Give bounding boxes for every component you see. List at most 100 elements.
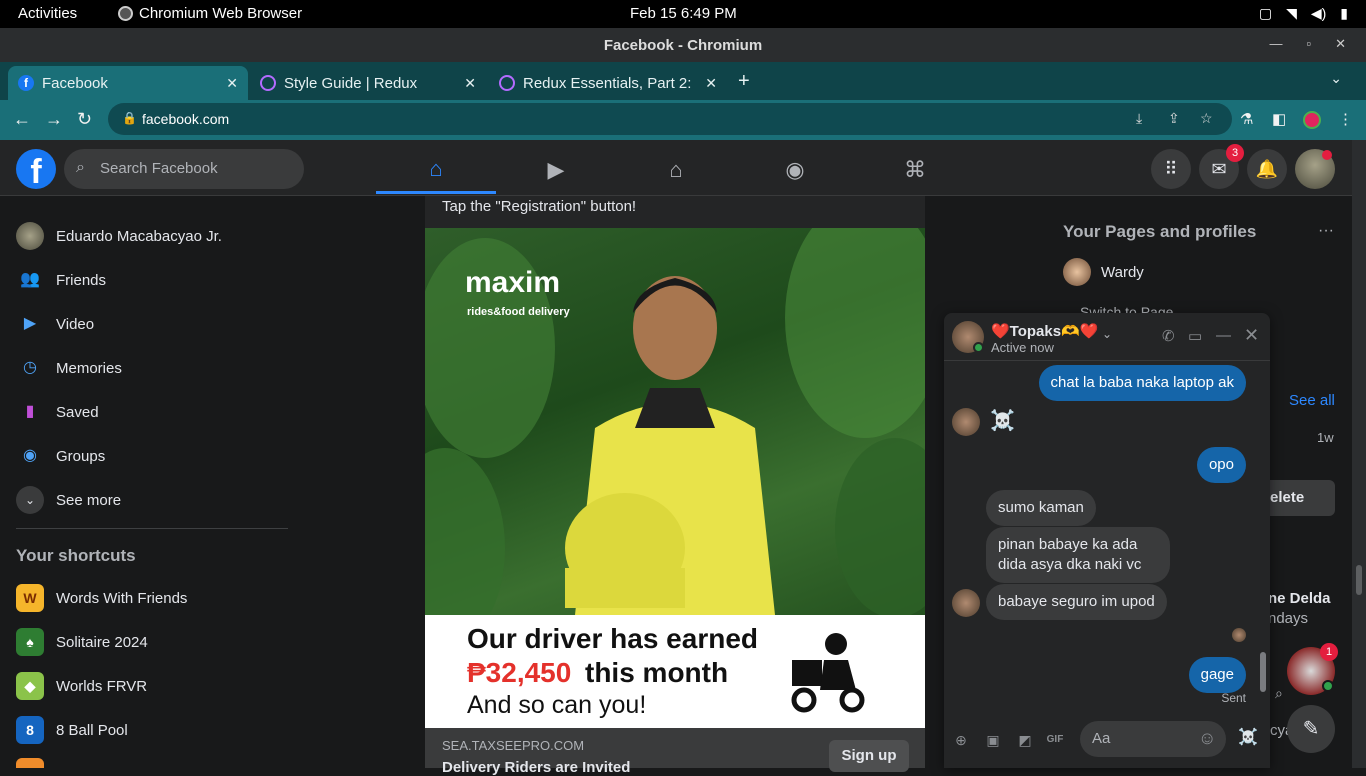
ad-banner[interactable]: Our driver has earned ₱32,450 this month… bbox=[425, 615, 925, 728]
activities-button[interactable]: Activities bbox=[18, 5, 77, 22]
nav-gaming[interactable]: ⌘ bbox=[855, 146, 975, 194]
notifications-button[interactable]: 🔔 bbox=[1247, 149, 1287, 189]
emoji-icon[interactable]: ☺ bbox=[1198, 728, 1216, 749]
pages-title: Your Pages and profiles bbox=[1063, 222, 1257, 241]
reload-icon[interactable]: ↻ bbox=[77, 109, 92, 130]
tab-facebook[interactable]: f Facebook ✕ bbox=[8, 66, 248, 100]
wifi-icon: ◥ bbox=[1286, 5, 1297, 21]
share-icon[interactable]: ⇪ bbox=[1168, 110, 1180, 127]
ad-image[interactable]: maxim rides&food delivery bbox=[425, 228, 925, 615]
page-scrollbar[interactable] bbox=[1352, 140, 1366, 768]
sidebar-item-label: Groups bbox=[56, 447, 106, 465]
message-received[interactable]: babaye seguro im upod bbox=[986, 584, 1167, 620]
sidebar-item-groups[interactable]: ◉ Groups bbox=[16, 436, 105, 476]
profile-icon[interactable] bbox=[1303, 111, 1321, 129]
lock-icon[interactable]: 🔒 bbox=[122, 111, 137, 125]
app-menu[interactable]: Chromium Web Browser bbox=[118, 5, 302, 22]
search-box[interactable]: ⌕ Search Facebook bbox=[64, 149, 304, 189]
tab-close-icon[interactable]: ✕ bbox=[705, 75, 717, 92]
search-icon: ⌕ bbox=[76, 159, 85, 176]
address-bar[interactable]: 🔒 facebook.com ⤓ ⇪ ☆ bbox=[108, 103, 1232, 135]
menu-grid-button[interactable]: ⠿ bbox=[1151, 149, 1191, 189]
shortcut-icon-partial[interactable] bbox=[16, 758, 44, 768]
shortcut-label: Worlds FRVR bbox=[56, 677, 148, 695]
banner-line1: Our driver has earned bbox=[467, 623, 759, 654]
message-sent[interactable]: gage bbox=[1188, 657, 1246, 693]
minimize-icon[interactable]: — bbox=[1269, 36, 1282, 52]
pirate-flag-emoji[interactable]: ☠️ bbox=[990, 408, 1015, 433]
groups-icon: ◉ bbox=[23, 447, 37, 464]
shortcut-8-ball-pool[interactable]: 8 8 Ball Pool bbox=[16, 710, 128, 750]
chevron-down-icon[interactable]: ⌄ bbox=[1102, 327, 1112, 341]
chat-scrollbar[interactable] bbox=[1256, 362, 1270, 708]
chat-contact-name[interactable]: ❤️Topaks🫶❤️ bbox=[991, 322, 1098, 340]
messenger-icon: ✉ bbox=[1211, 159, 1227, 179]
forward-icon[interactable]: → bbox=[45, 109, 63, 130]
gif-icon[interactable]: GIF bbox=[1044, 729, 1066, 751]
message-received[interactable]: sumo kaman bbox=[986, 490, 1096, 526]
new-tab-icon[interactable]: + bbox=[738, 70, 750, 93]
contact-name[interactable]: ne Delda bbox=[1268, 590, 1331, 607]
clock[interactable]: Feb 15 6:49 PM bbox=[630, 5, 737, 22]
sidebar-item-saved[interactable]: ▮ Saved bbox=[16, 392, 99, 432]
install-app-icon[interactable]: ⤓ bbox=[1136, 110, 1142, 127]
shortcut-worlds-frvr[interactable]: ◆ Worlds FRVR bbox=[16, 666, 147, 706]
contacts-search-icon[interactable]: ⌕ bbox=[1275, 685, 1283, 702]
sidebar-item-friends[interactable]: 👥 Friends bbox=[16, 260, 106, 300]
maximize-icon[interactable]: ▫ bbox=[1306, 36, 1311, 52]
nav-groups[interactable]: ◉ bbox=[735, 146, 855, 194]
close-icon[interactable]: ✕ bbox=[1244, 325, 1259, 346]
tab-style-guide[interactable]: Style Guide | Redux ✕ bbox=[250, 66, 486, 100]
home-icon: ⌂ bbox=[429, 155, 443, 181]
scroll-thumb[interactable] bbox=[1356, 565, 1362, 595]
video-call-icon[interactable]: ▭ bbox=[1188, 327, 1202, 345]
photo-icon[interactable]: ▣ bbox=[982, 729, 1004, 751]
read-receipt-avatar bbox=[1232, 628, 1246, 642]
system-tray[interactable]: ▢ ◥ ◀) ▮ bbox=[1259, 5, 1348, 22]
minimize-icon[interactable]: — bbox=[1216, 327, 1231, 344]
shortcut-solitaire[interactable]: ♠ Solitaire 2024 bbox=[16, 622, 148, 662]
sidebar-item-profile[interactable]: Eduardo Macabacyao Jr. bbox=[16, 216, 222, 256]
tab-close-icon[interactable]: ✕ bbox=[464, 75, 476, 92]
more-icon[interactable]: ··· bbox=[1318, 222, 1334, 240]
sidebar-item-video[interactable]: ▶ Video bbox=[16, 304, 94, 344]
tab-redux-essentials[interactable]: Redux Essentials, Part 2: ✕ bbox=[489, 66, 727, 100]
tab-search-chevron-icon[interactable]: ⌄ bbox=[1330, 70, 1342, 87]
search-input[interactable]: Search Facebook bbox=[100, 160, 218, 177]
post-text: Tap the "Registration" button! bbox=[442, 198, 637, 215]
sign-up-button[interactable]: Sign up bbox=[829, 740, 909, 772]
grid-icon: ⠿ bbox=[1164, 159, 1178, 179]
side-panel-icon[interactable]: ◧ bbox=[1272, 110, 1286, 128]
video-play-icon: ▶ bbox=[547, 157, 565, 182]
new-message-button[interactable]: ✎ bbox=[1287, 705, 1335, 753]
nav-home[interactable]: ⌂ bbox=[376, 146, 496, 194]
close-icon[interactable]: ✕ bbox=[1335, 36, 1346, 52]
tab-label: Redux Essentials, Part 2: bbox=[523, 74, 692, 92]
words-with-friends-icon: W bbox=[16, 584, 44, 612]
tab-close-icon[interactable]: ✕ bbox=[226, 75, 238, 92]
sidebar-item-see-more[interactable]: ⌄ See more bbox=[16, 480, 121, 520]
sidebar-item-label: Saved bbox=[56, 403, 99, 421]
sidebar-item-memories[interactable]: ◷ Memories bbox=[16, 348, 122, 388]
bookmark-star-icon[interactable]: ☆ bbox=[1200, 110, 1213, 127]
phone-icon[interactable]: ✆ bbox=[1162, 327, 1175, 345]
page-item-wardy[interactable]: Wardy bbox=[1063, 258, 1144, 286]
message-sent[interactable]: chat la baba naka laptop ak bbox=[1038, 365, 1246, 401]
facebook-logo-icon[interactable]: f bbox=[16, 149, 56, 191]
nav-marketplace[interactable]: ⌂ bbox=[616, 146, 736, 194]
back-icon[interactable]: ← bbox=[13, 109, 31, 130]
menu-kebab-icon[interactable]: ⋮ bbox=[1338, 110, 1353, 128]
url-text[interactable]: facebook.com bbox=[142, 111, 229, 127]
message-received[interactable]: pinan babaye ka ada dida asya dka naki v… bbox=[986, 527, 1170, 583]
quick-reaction-pirate-flag-icon[interactable]: ☠️ bbox=[1238, 727, 1258, 747]
chat-header[interactable]: ❤️Topaks🫶❤️ Active now ⌄ ✆ ▭ — ✕ bbox=[944, 313, 1270, 361]
message-sent[interactable]: opo bbox=[1196, 447, 1246, 483]
add-icon[interactable]: ⊕ bbox=[950, 729, 972, 751]
shortcut-words-with-friends[interactable]: W Words With Friends bbox=[16, 578, 187, 618]
ad-domain: SEA.TAXSEEPRO.COM bbox=[442, 738, 585, 753]
nav-video[interactable]: ▶ bbox=[496, 146, 616, 194]
scroll-thumb[interactable] bbox=[1260, 652, 1266, 692]
sticker-icon[interactable]: ◩ bbox=[1014, 729, 1036, 751]
extension-flask-icon[interactable]: ⚗ bbox=[1240, 110, 1253, 128]
see-all-link[interactable]: See all bbox=[1289, 392, 1335, 409]
